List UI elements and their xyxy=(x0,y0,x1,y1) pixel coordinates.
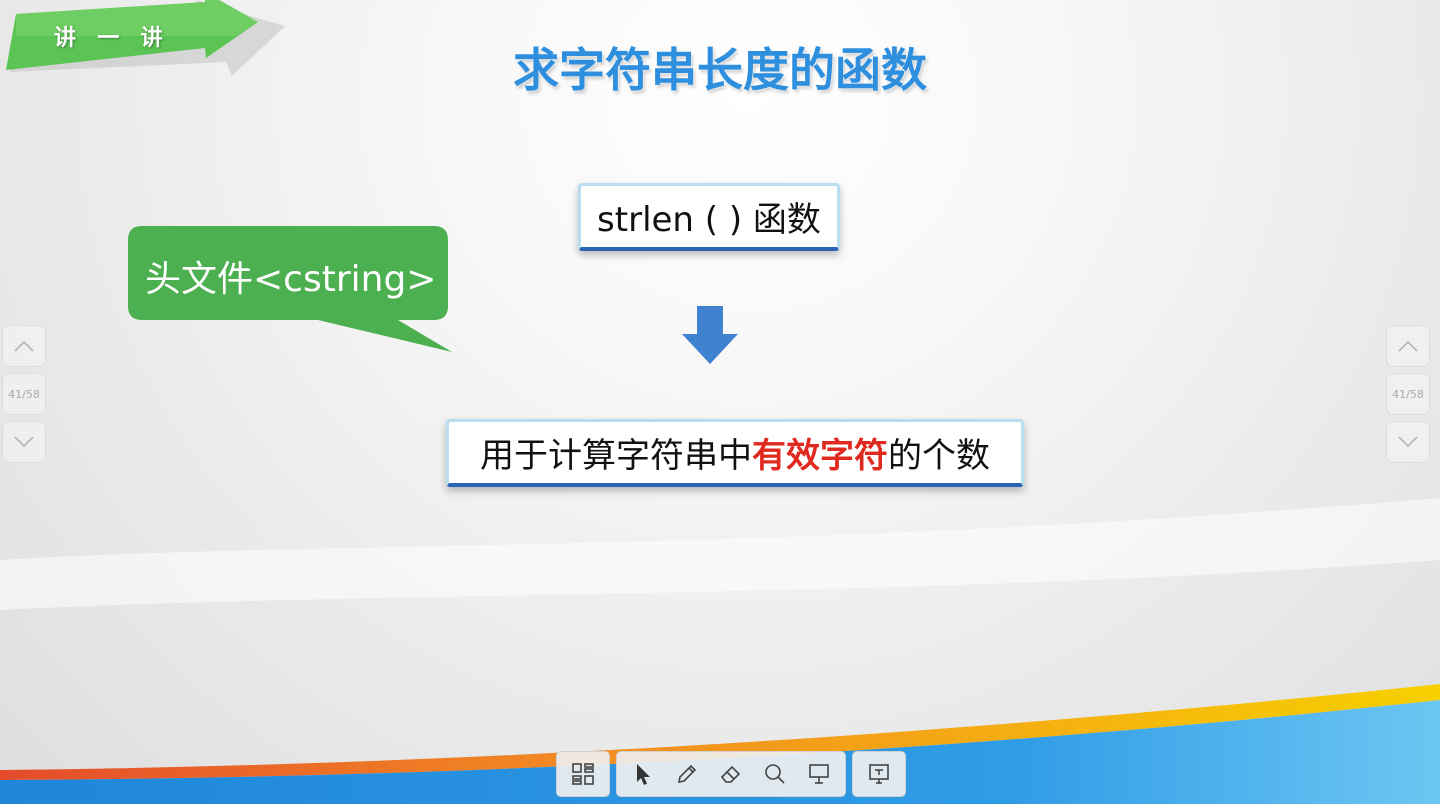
chevron-up-icon xyxy=(1398,340,1418,352)
next-page-button[interactable] xyxy=(2,421,46,463)
presentation-toolbar xyxy=(556,751,906,797)
next-page-button-right[interactable] xyxy=(1386,421,1430,463)
left-page-navigation: 41/58 xyxy=(2,325,46,469)
pen-icon xyxy=(677,764,697,784)
description-box: 用于计算字符串中 有效字符 的个数 xyxy=(446,419,1024,487)
bottom-swoosh-decoration xyxy=(0,498,1440,804)
screen-button[interactable] xyxy=(857,754,901,794)
comment-button[interactable] xyxy=(797,754,841,794)
description-text-before: 用于计算字符串中 xyxy=(480,436,752,476)
page-indicator-text-right: 41/58 xyxy=(1392,387,1424,401)
pen-button[interactable] xyxy=(665,754,709,794)
prev-page-button[interactable] xyxy=(2,325,46,367)
screen-icon xyxy=(869,764,889,784)
chevron-down-icon xyxy=(1398,436,1418,448)
page-indicator-text: 41/58 xyxy=(8,387,40,401)
description-text-after: 的个数 xyxy=(888,436,990,476)
pointer-icon xyxy=(637,764,650,785)
chevron-down-icon xyxy=(14,436,34,448)
arrow-down-icon xyxy=(682,306,738,364)
function-name-text: strlen ( ) 函数 xyxy=(597,200,821,240)
toolbar-group-grid xyxy=(556,751,610,797)
header-callout-text: 头文件<cstring> xyxy=(145,259,437,300)
grid-view-button[interactable] xyxy=(561,754,605,794)
right-page-navigation: 41/58 xyxy=(1386,325,1430,469)
page-indicator-right: 41/58 xyxy=(1386,373,1430,415)
prev-page-button-right[interactable] xyxy=(1386,325,1430,367)
toolbar-group-screen xyxy=(852,751,906,797)
chevron-up-icon xyxy=(14,340,34,352)
eraser-button[interactable] xyxy=(709,754,753,794)
toolbar-group-tools xyxy=(616,751,846,797)
description-highlight: 有效字符 xyxy=(752,436,888,476)
function-name-box: strlen ( ) 函数 xyxy=(578,183,840,251)
slide-title: 求字符串长度的函数 xyxy=(513,43,927,97)
eraser-icon xyxy=(720,765,741,783)
search-icon xyxy=(765,764,785,784)
comment-icon xyxy=(809,764,829,784)
page-indicator: 41/58 xyxy=(2,373,46,415)
grid-icon xyxy=(572,763,594,785)
magnifier-button[interactable] xyxy=(753,754,797,794)
pointer-button[interactable] xyxy=(621,754,665,794)
